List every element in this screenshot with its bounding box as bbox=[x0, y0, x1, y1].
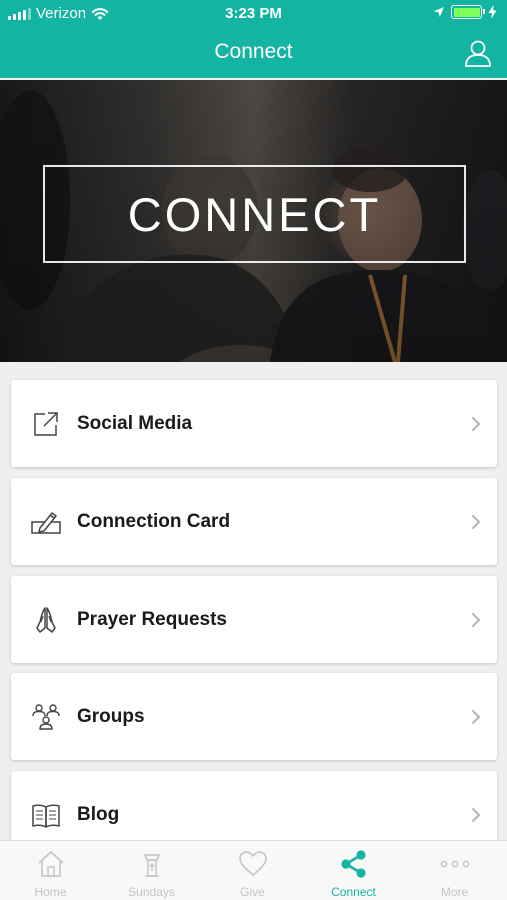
hero-title-frame: CONNECT bbox=[43, 165, 466, 263]
menu-item-social-media[interactable]: Social Media bbox=[11, 380, 497, 467]
page-title: Connect bbox=[214, 40, 293, 63]
external-link-icon bbox=[34, 412, 58, 436]
open-book-icon bbox=[32, 804, 60, 828]
share-icon bbox=[341, 850, 366, 878]
battery-fill bbox=[453, 7, 480, 17]
tab-label: Give bbox=[240, 885, 265, 899]
tab-label: Sundays bbox=[128, 885, 175, 899]
chevron-right-icon bbox=[472, 417, 480, 431]
menu-item-groups[interactable]: Groups bbox=[11, 673, 497, 760]
house-icon bbox=[38, 851, 64, 877]
profile-icon[interactable] bbox=[463, 38, 493, 68]
tab-label: More bbox=[440, 885, 469, 899]
chevron-right-icon bbox=[472, 710, 480, 724]
hero-title: CONNECT bbox=[127, 188, 382, 241]
praying-hands-icon bbox=[36, 607, 56, 633]
menu-item-label: Social Media bbox=[77, 413, 193, 434]
location-arrow-icon bbox=[434, 7, 444, 17]
tab-bar: Home Sundays Give Connect More bbox=[0, 840, 507, 900]
tab-label: Connect bbox=[331, 885, 376, 899]
menu-item-prayer-requests[interactable]: Prayer Requests bbox=[11, 576, 497, 663]
status-right bbox=[433, 5, 497, 19]
nav-bar: Connect bbox=[0, 28, 507, 78]
heart-icon bbox=[239, 851, 267, 876]
tab-home[interactable]: Home bbox=[0, 841, 101, 900]
battery-icon bbox=[451, 5, 485, 19]
charging-bolt-icon bbox=[488, 5, 497, 19]
pulpit-icon bbox=[143, 854, 161, 877]
menu-item-label: Connection Card bbox=[77, 511, 231, 532]
status-bar: Verizon 3:23 PM bbox=[0, 0, 507, 28]
tab-sundays[interactable]: Sundays bbox=[101, 841, 202, 900]
menu-item-label: Prayer Requests bbox=[77, 609, 227, 630]
chevron-right-icon bbox=[472, 515, 480, 529]
tab-connect[interactable]: Connect bbox=[303, 841, 404, 900]
chevron-right-icon bbox=[472, 613, 480, 627]
hero-banner: CONNECT bbox=[0, 80, 507, 362]
tab-give[interactable]: Give bbox=[202, 841, 303, 900]
tab-label: Home bbox=[34, 885, 67, 899]
menu-item-connection-card[interactable]: Connection Card bbox=[11, 478, 497, 565]
more-dots-icon bbox=[440, 860, 470, 868]
chevron-right-icon bbox=[472, 808, 480, 822]
tab-more[interactable]: More bbox=[404, 841, 505, 900]
menu-item-label: Blog bbox=[77, 804, 120, 825]
pencil-card-icon bbox=[31, 511, 61, 534]
menu-item-label: Groups bbox=[77, 706, 145, 727]
people-group-icon bbox=[32, 704, 60, 730]
status-time: 3:23 PM bbox=[225, 5, 282, 22]
